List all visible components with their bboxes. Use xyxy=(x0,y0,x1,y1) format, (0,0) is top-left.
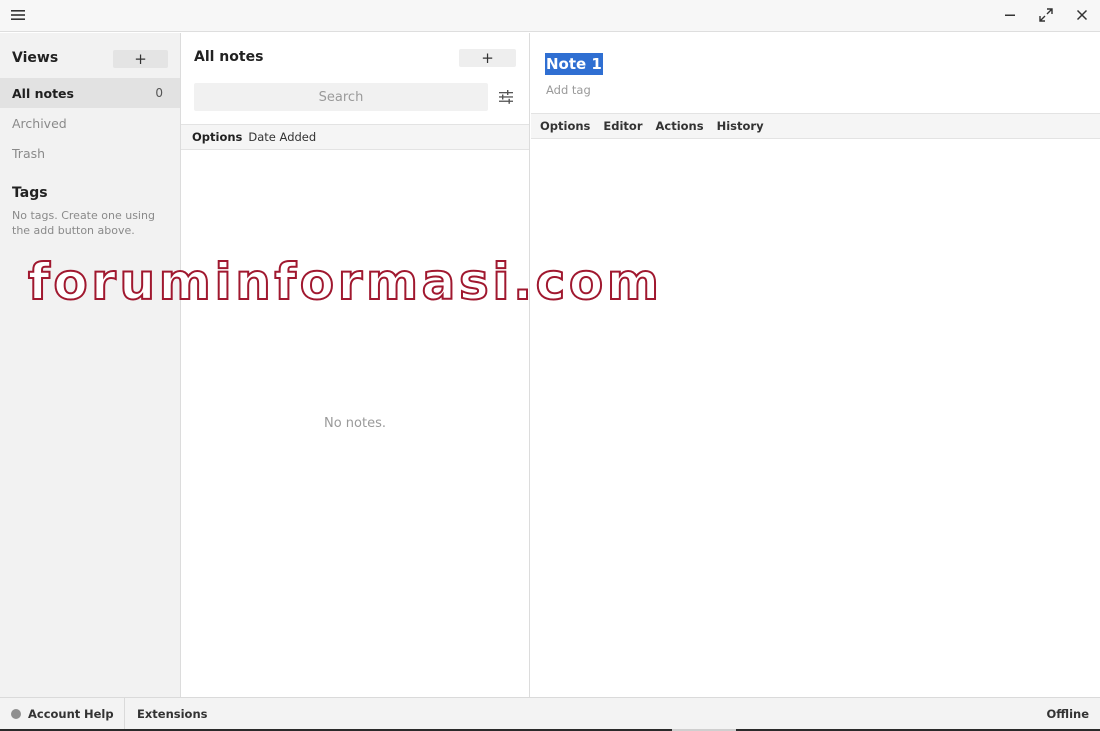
footer-divider xyxy=(124,698,125,729)
minimize-icon[interactable] xyxy=(997,4,1023,26)
notes-count-badge: 0 xyxy=(155,86,163,100)
sidebar-item-trash[interactable]: Trash xyxy=(0,138,180,168)
notes-list-title: All notes xyxy=(194,49,264,65)
empty-notes-message: No notes. xyxy=(323,416,386,431)
tags-heading: Tags xyxy=(12,185,48,201)
notes-list-panel: All notes + Options Date Added No notes. xyxy=(181,33,530,697)
sidebar-item-label: All notes xyxy=(12,85,74,101)
editor-panel: Note 1 Add tag Options Editor Actions Hi… xyxy=(531,33,1100,697)
account-button[interactable]: Account xyxy=(28,707,80,721)
connection-status: Offline xyxy=(1046,707,1089,721)
views-heading: Views xyxy=(12,50,59,66)
sidebar: Views + All notes 0 Archived Trash Tags … xyxy=(0,33,181,697)
hamburger-menu-icon[interactable] xyxy=(6,4,30,26)
sidebar-item-all-notes[interactable]: All notes 0 xyxy=(0,78,180,108)
notes-toolbar: Options Date Added xyxy=(181,124,529,150)
editor-menu-bar: Options Editor Actions History xyxy=(531,113,1100,139)
add-tag-input[interactable]: Add tag xyxy=(546,83,591,97)
editor-menu-options[interactable]: Options xyxy=(540,119,590,133)
editor-menu-editor[interactable]: Editor xyxy=(603,119,642,133)
close-icon[interactable] xyxy=(1069,4,1095,26)
title-bar xyxy=(0,0,1100,32)
sidebar-item-label: Archived xyxy=(12,115,67,131)
sidebar-item-label: Trash xyxy=(12,145,46,161)
editor-menu-actions[interactable]: Actions xyxy=(656,119,704,133)
maximize-icon[interactable] xyxy=(1033,4,1059,26)
status-dot-icon xyxy=(11,709,21,719)
tags-empty-message: No tags. Create one using the add button… xyxy=(12,209,155,237)
footer-bar: Account Help Extensions Offline xyxy=(0,697,1100,729)
extensions-button[interactable]: Extensions xyxy=(137,707,207,721)
sidebar-item-archived[interactable]: Archived xyxy=(0,108,180,138)
editor-menu-history[interactable]: History xyxy=(717,119,764,133)
add-note-button[interactable]: + xyxy=(459,49,516,67)
help-button[interactable]: Help xyxy=(84,707,114,721)
search-input[interactable] xyxy=(194,83,488,111)
notes-options-button[interactable]: Options xyxy=(192,130,242,144)
note-title-input[interactable]: Note 1 xyxy=(545,53,603,75)
add-view-button[interactable]: + xyxy=(113,50,168,68)
sort-date-added-button[interactable]: Date Added xyxy=(248,130,316,144)
sliders-icon[interactable] xyxy=(496,87,516,107)
